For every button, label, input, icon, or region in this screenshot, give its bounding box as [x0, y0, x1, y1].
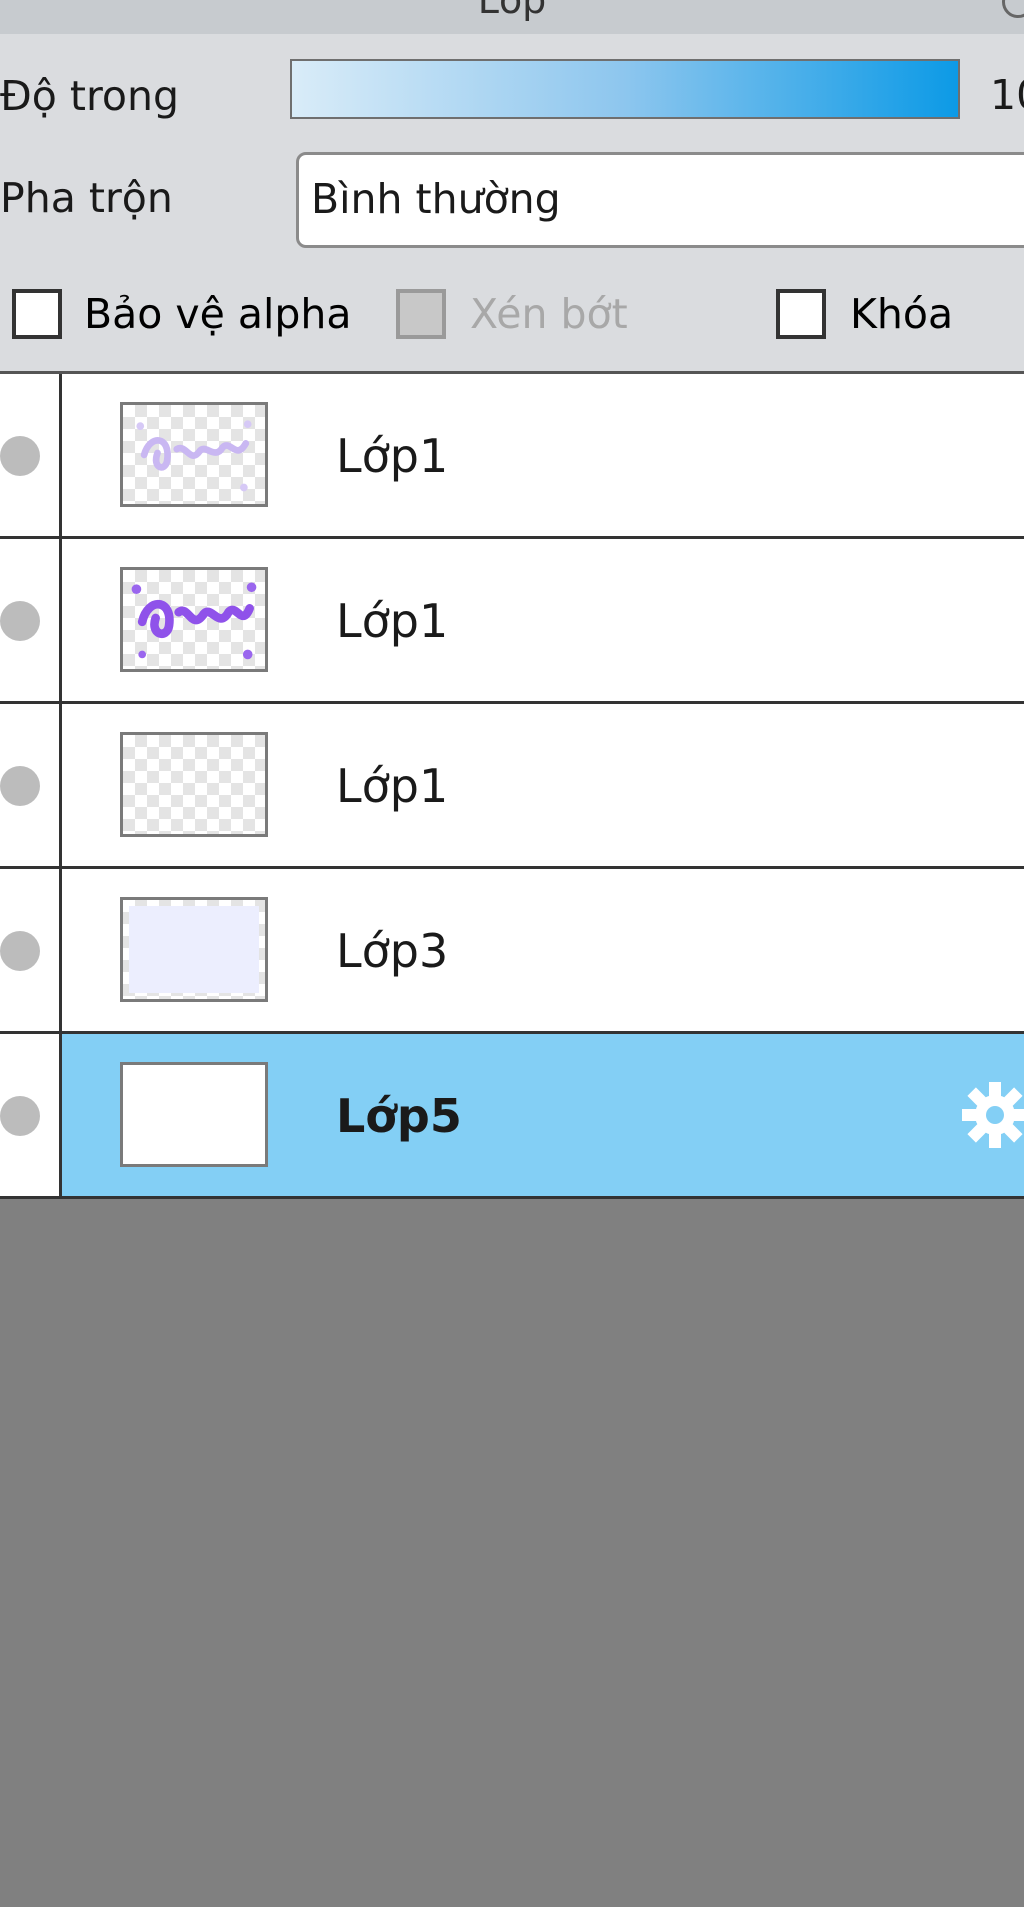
layer-thumbnail — [120, 567, 268, 672]
layer-name: Lớp3 — [336, 924, 449, 978]
purple-text-icon — [131, 582, 257, 660]
blend-mode-value: Bình thường — [311, 175, 561, 223]
opacity-value: 10 — [990, 71, 1024, 119]
layer-name: Lớp5 — [336, 1089, 462, 1143]
layer-properties: Độ trong 10 Pha trộn Bình thường Bảo vệ … — [0, 34, 1024, 371]
eye-dot-icon[interactable] — [0, 601, 40, 641]
layer-row-selected[interactable]: Lớp5 — [0, 1034, 1024, 1199]
visibility-column — [0, 869, 62, 1031]
layer-row[interactable]: Lớp3 — [0, 869, 1024, 1034]
panel-title: Lớp — [477, 0, 547, 22]
layer-name: Lớp1 — [336, 594, 449, 648]
blend-mode-select[interactable]: Bình thường — [296, 152, 1024, 248]
layer-row[interactable]: Lớp1 — [0, 374, 1024, 539]
eye-dot-icon[interactable] — [0, 1096, 40, 1136]
layer-row[interactable]: Lớp1 — [0, 704, 1024, 869]
opacity-label: Độ trong — [0, 72, 180, 120]
protect-alpha-label: Bảo vệ alpha — [84, 290, 352, 338]
layer-thumbnail — [120, 1062, 268, 1167]
gear-icon[interactable] — [960, 1080, 1024, 1150]
lavender-fill-icon — [129, 906, 259, 993]
panel-header: Lớp — [0, 0, 1024, 35]
layer-thumbnail — [120, 897, 268, 1002]
visibility-column — [0, 374, 62, 536]
layer-name: Lớp1 — [336, 429, 449, 483]
eye-dot-icon[interactable] — [0, 931, 40, 971]
visibility-column — [0, 1034, 62, 1196]
visibility-column — [0, 704, 62, 866]
clipping-checkbox — [396, 289, 446, 339]
opacity-slider[interactable] — [290, 59, 960, 119]
eye-dot-icon[interactable] — [0, 436, 40, 476]
layer-row[interactable]: Lớp1 — [0, 539, 1024, 704]
clipping-label: Xén bớt — [470, 290, 628, 338]
eye-dot-icon[interactable] — [0, 766, 40, 806]
visibility-column — [0, 539, 62, 701]
faint-purple-text-icon — [136, 420, 252, 492]
lock-label: Khóa — [850, 290, 954, 338]
layer-thumbnail — [120, 732, 268, 837]
protect-alpha-checkbox[interactable] — [12, 289, 62, 339]
blend-label: Pha trộn — [0, 174, 173, 222]
opacity-slider-fill — [292, 61, 958, 117]
lock-checkbox[interactable] — [776, 289, 826, 339]
layer-list: Lớp1 Lớp1 Lớp1 Lớp3 Lớp5 — [0, 371, 1024, 1199]
layer-name: Lớp1 — [336, 759, 449, 813]
layer-thumbnail — [120, 402, 268, 507]
